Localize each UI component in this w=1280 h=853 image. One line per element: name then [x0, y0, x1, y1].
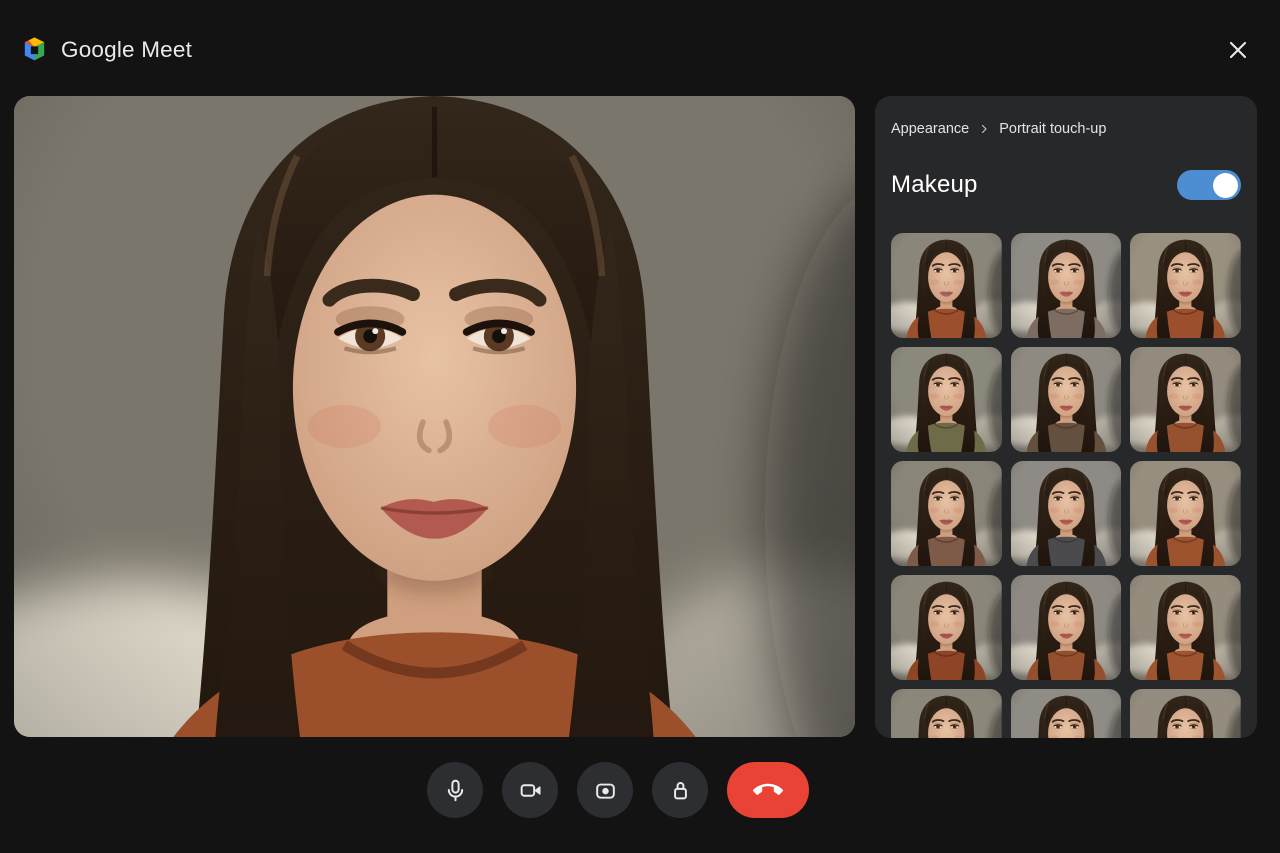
breadcrumb-appearance[interactable]: Appearance — [891, 121, 969, 137]
makeup-toggle[interactable] — [1177, 170, 1241, 200]
makeup-style-option[interactable] — [1011, 233, 1122, 338]
toggle-knob — [1213, 173, 1238, 198]
makeup-style-option[interactable] — [891, 461, 1002, 566]
makeup-style-option[interactable] — [1011, 689, 1122, 738]
portrait-touchup-panel: Appearance Portrait touch-up Makeup — [875, 96, 1257, 738]
breadcrumb: Appearance Portrait touch-up — [891, 121, 1241, 137]
makeup-style-option[interactable] — [1011, 461, 1122, 566]
makeup-label: Makeup — [891, 171, 978, 199]
microphone-icon — [443, 778, 468, 803]
makeup-style-grid — [891, 233, 1241, 738]
camera-button[interactable] — [502, 762, 558, 818]
makeup-style-option[interactable] — [1130, 689, 1241, 738]
makeup-style-option[interactable] — [1130, 461, 1241, 566]
app-title: Google Meet — [61, 36, 192, 64]
effects-button[interactable] — [577, 762, 633, 818]
lock-button[interactable] — [652, 762, 708, 818]
effects-icon — [593, 778, 618, 803]
makeup-style-option[interactable] — [1130, 233, 1241, 338]
close-icon[interactable] — [1224, 36, 1252, 64]
self-video-preview — [14, 96, 855, 737]
breadcrumb-portrait-touchup: Portrait touch-up — [999, 121, 1106, 137]
camera-icon — [518, 778, 543, 803]
makeup-style-option[interactable] — [1011, 347, 1122, 452]
call-end-icon — [753, 775, 783, 805]
makeup-style-option[interactable] — [1130, 347, 1241, 452]
makeup-style-option[interactable] — [891, 347, 1002, 452]
makeup-style-option[interactable] — [1130, 575, 1241, 680]
top-bar: Google Meet — [0, 0, 1280, 96]
end-call-button[interactable] — [727, 762, 809, 818]
google-meet-logo-icon — [20, 35, 49, 64]
makeup-style-option[interactable] — [891, 233, 1002, 338]
makeup-style-option[interactable] — [1011, 575, 1122, 680]
lock-icon — [668, 778, 693, 803]
makeup-style-option[interactable] — [891, 575, 1002, 680]
makeup-style-option[interactable] — [891, 689, 1002, 738]
call-controls — [427, 762, 809, 818]
makeup-row: Makeup — [891, 170, 1241, 200]
microphone-button[interactable] — [427, 762, 483, 818]
chevron-right-icon — [978, 123, 990, 135]
